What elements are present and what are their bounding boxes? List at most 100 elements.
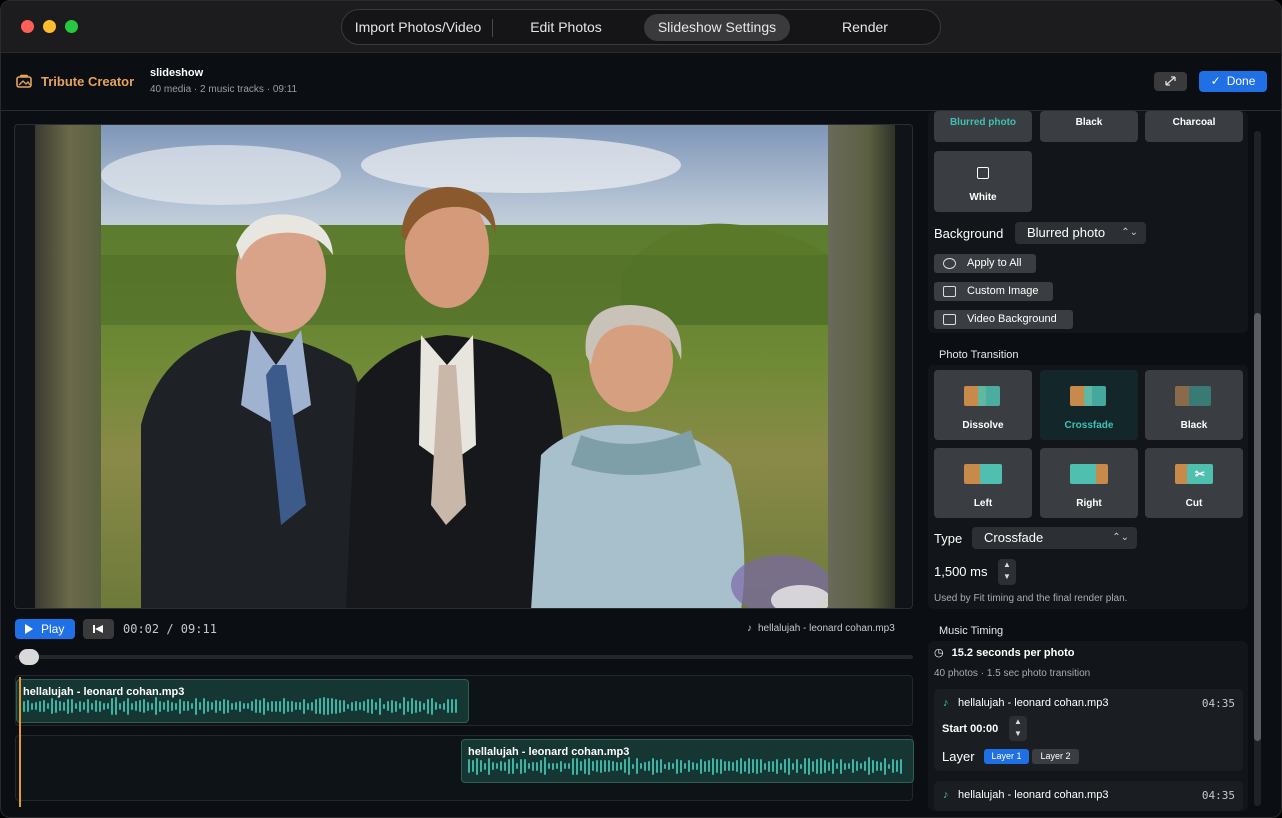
layer-2-button[interactable]: Layer 2 [1032,749,1079,764]
updown-chevron-icon: ⌃⌄ [1121,227,1138,238]
done-button[interactable]: ✓ Done [1199,71,1267,92]
waveform [468,757,902,775]
tab-render[interactable]: Render [804,14,926,41]
waveform-bar [468,759,470,773]
apply-to-all-label: Apply to All [967,257,1022,269]
waveform-bar [347,703,349,709]
waveform-bar [235,702,237,710]
music-lane-1: hellalujah - leonard cohan.mp3 [15,675,913,726]
zoom-window-button[interactable] [65,20,78,33]
waveform-bar [195,697,197,715]
transition-cut[interactable]: ✂ Cut [1145,448,1243,518]
scrubber-knob[interactable] [19,649,39,665]
waveform-bar [391,699,393,713]
waveform-bar [828,761,830,771]
bg-tile-charcoal[interactable]: Charcoal [1145,111,1243,142]
waveform-bar [532,761,534,771]
waveform-bar [99,700,101,712]
transition-black[interactable]: Black [1145,370,1243,440]
project-meta: 40 media · 2 music tracks · 09:11 [150,84,298,95]
minimize-window-button[interactable] [43,20,56,33]
scrubber-track[interactable] [15,655,913,659]
waveform-bar [548,763,550,769]
waveform-bar [720,758,722,774]
slide-preview[interactable] [14,124,913,609]
waveform-bar [179,698,181,714]
waveform-bar [399,703,401,709]
waveform-bar [275,700,277,712]
waveform-bar [171,701,173,711]
background-select[interactable]: Blurred photo ⌃⌄ [1015,222,1146,244]
waveform-bar [71,699,73,713]
seconds-per-photo: ◷ 15.2 seconds per photo [934,646,1074,659]
music-track-duration: 04:35 [1201,789,1235,802]
waveform-bar [684,763,686,769]
bg-tile-white[interactable]: White [934,151,1032,212]
tab-import[interactable]: Import Photos/Video [350,14,486,41]
bg-tile-black[interactable]: Black [1040,111,1138,142]
preview-photo [101,125,828,608]
music-clip[interactable]: hellalujah - leonard cohan.mp3 [16,679,469,723]
play-button[interactable]: Play [15,619,75,639]
tab-slideshow-settings[interactable]: Slideshow Settings [644,14,790,41]
waveform-bar [335,698,337,714]
transition-left[interactable]: Left [934,448,1032,518]
chevron-down-icon[interactable]: ▼ [998,571,1016,583]
waveform-bar [664,763,666,769]
waveform-bar [756,758,758,774]
waveform-bar [127,697,129,715]
waveform-bar [644,761,646,771]
layer-1-button[interactable]: Layer 1 [984,749,1029,764]
playhead[interactable] [19,677,21,807]
video-background-label: Video Background [967,313,1057,325]
photo-transition-heading: Photo Transition [939,349,1019,361]
waveform-bar [608,760,610,772]
waveform-bar [680,759,682,773]
video-background-button[interactable]: Video Background [934,310,1073,329]
now-playing-label: hellalujah - leonard cohan.mp3 [758,623,895,634]
waveform-bar [287,700,289,712]
waveform-bar [223,698,225,714]
waveform-bar [524,759,526,773]
waveform-bar [812,760,814,772]
transition-crossfade[interactable]: Crossfade [1040,370,1138,440]
rewind-to-start-button[interactable] [83,619,114,639]
start-time-stepper[interactable]: ▲ ▼ [1009,716,1027,741]
custom-image-button[interactable]: Custom Image [934,282,1053,301]
waveform-bar [23,700,25,712]
waveform-bar [600,759,602,773]
palette-icon [943,258,956,269]
waveform-bar [47,703,49,709]
bg-tile-label: Blurred photo [949,117,1017,128]
waveform-bar [211,702,213,710]
tab-edit-photos[interactable]: Edit Photos [502,14,630,41]
waveform-bar [355,701,357,711]
waveform-bar [480,760,482,772]
waveform-bar [852,759,854,773]
waveform-bar [379,697,381,715]
waveform-bar [283,698,285,714]
layer-label: Layer [942,749,975,764]
waveform-bar [311,701,313,711]
apply-to-all-button[interactable]: Apply to All [934,254,1036,273]
expand-icon [1165,76,1176,86]
chevron-up-icon[interactable]: ▲ [998,559,1016,571]
close-window-button[interactable] [21,20,34,33]
waveform-bar [351,701,353,711]
waveform-bar [427,698,429,714]
transition-dissolve[interactable]: Dissolve [934,370,1032,440]
duration-stepper[interactable]: ▲ ▼ [998,559,1016,585]
music-clip[interactable]: hellalujah - leonard cohan.mp3 [461,739,914,783]
transition-type-select[interactable]: Crossfade ⌃⌄ [972,527,1137,549]
transition-right[interactable]: Right [1040,448,1138,518]
fullscreen-button[interactable] [1154,72,1187,91]
waveform-bar [419,700,421,712]
bg-tile-blurred-photo[interactable]: Blurred photo [934,111,1032,142]
panel-scroll-thumb[interactable] [1254,313,1261,741]
chevron-down-icon[interactable]: ▼ [1009,728,1027,740]
dissolve-icon [964,386,1002,406]
waveform-bar [844,762,846,770]
chevron-up-icon[interactable]: ▲ [1009,716,1027,728]
waveform-bar [696,762,698,770]
bg-tile-label: White [969,192,997,203]
